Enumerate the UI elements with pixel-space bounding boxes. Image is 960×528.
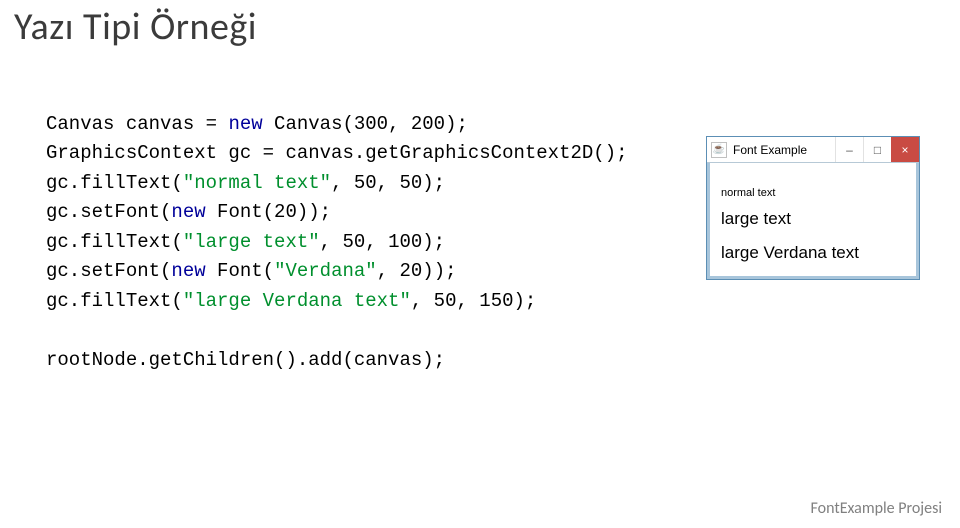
code-text: Canvas(300, 200);	[263, 113, 468, 135]
code-string: "Verdana"	[274, 260, 377, 282]
example-output-window: ☕ Font Example – □ × normal text large t…	[706, 136, 920, 280]
code-text: rootNode.getChildren().add(canvas);	[46, 349, 445, 371]
output-large-verdana-text: large Verdana text	[721, 243, 911, 263]
window-favicon-icon: ☕	[711, 142, 727, 158]
window-buttons: – □ ×	[835, 137, 919, 162]
keyword-new: new	[171, 260, 205, 282]
code-text: Font(20));	[206, 201, 331, 223]
output-large-text: large text	[721, 209, 911, 229]
code-text: gc.fillText(	[46, 231, 183, 253]
code-text: , 20));	[377, 260, 457, 282]
code-text: , 50, 50);	[331, 172, 445, 194]
window-body: normal text large text large Verdana tex…	[707, 163, 919, 279]
code-text: Canvas canvas =	[46, 113, 228, 135]
code-string: "large Verdana text"	[183, 290, 411, 312]
maximize-button[interactable]: □	[863, 137, 891, 162]
keyword-new: new	[228, 113, 262, 135]
slide: Yazı Tipi Örneği Canvas canvas = new Can…	[0, 0, 960, 528]
code-text: , 50, 150);	[411, 290, 536, 312]
footer-project-name: FontExample Projesi	[811, 499, 942, 518]
code-text: gc.setFont(	[46, 260, 171, 282]
keyword-new: new	[171, 201, 205, 223]
minimize-button[interactable]: –	[835, 137, 863, 162]
window-titlebar[interactable]: ☕ Font Example – □ ×	[707, 137, 919, 163]
code-text: Font(	[206, 260, 274, 282]
code-text: , 50, 100);	[320, 231, 445, 253]
close-button[interactable]: ×	[891, 137, 919, 162]
slide-title: Yazı Tipi Örneği	[14, 4, 257, 50]
code-block: Canvas canvas = new Canvas(300, 200); Gr…	[46, 110, 628, 375]
code-text: gc.setFont(	[46, 201, 171, 223]
code-string: "large text"	[183, 231, 320, 253]
window-title: Font Example	[733, 143, 835, 157]
code-string: "normal text"	[183, 172, 331, 194]
code-text: GraphicsContext gc = canvas.getGraphicsC…	[46, 142, 628, 164]
code-text: gc.fillText(	[46, 172, 183, 194]
code-text: gc.fillText(	[46, 290, 183, 312]
output-normal-text: normal text	[721, 187, 911, 199]
